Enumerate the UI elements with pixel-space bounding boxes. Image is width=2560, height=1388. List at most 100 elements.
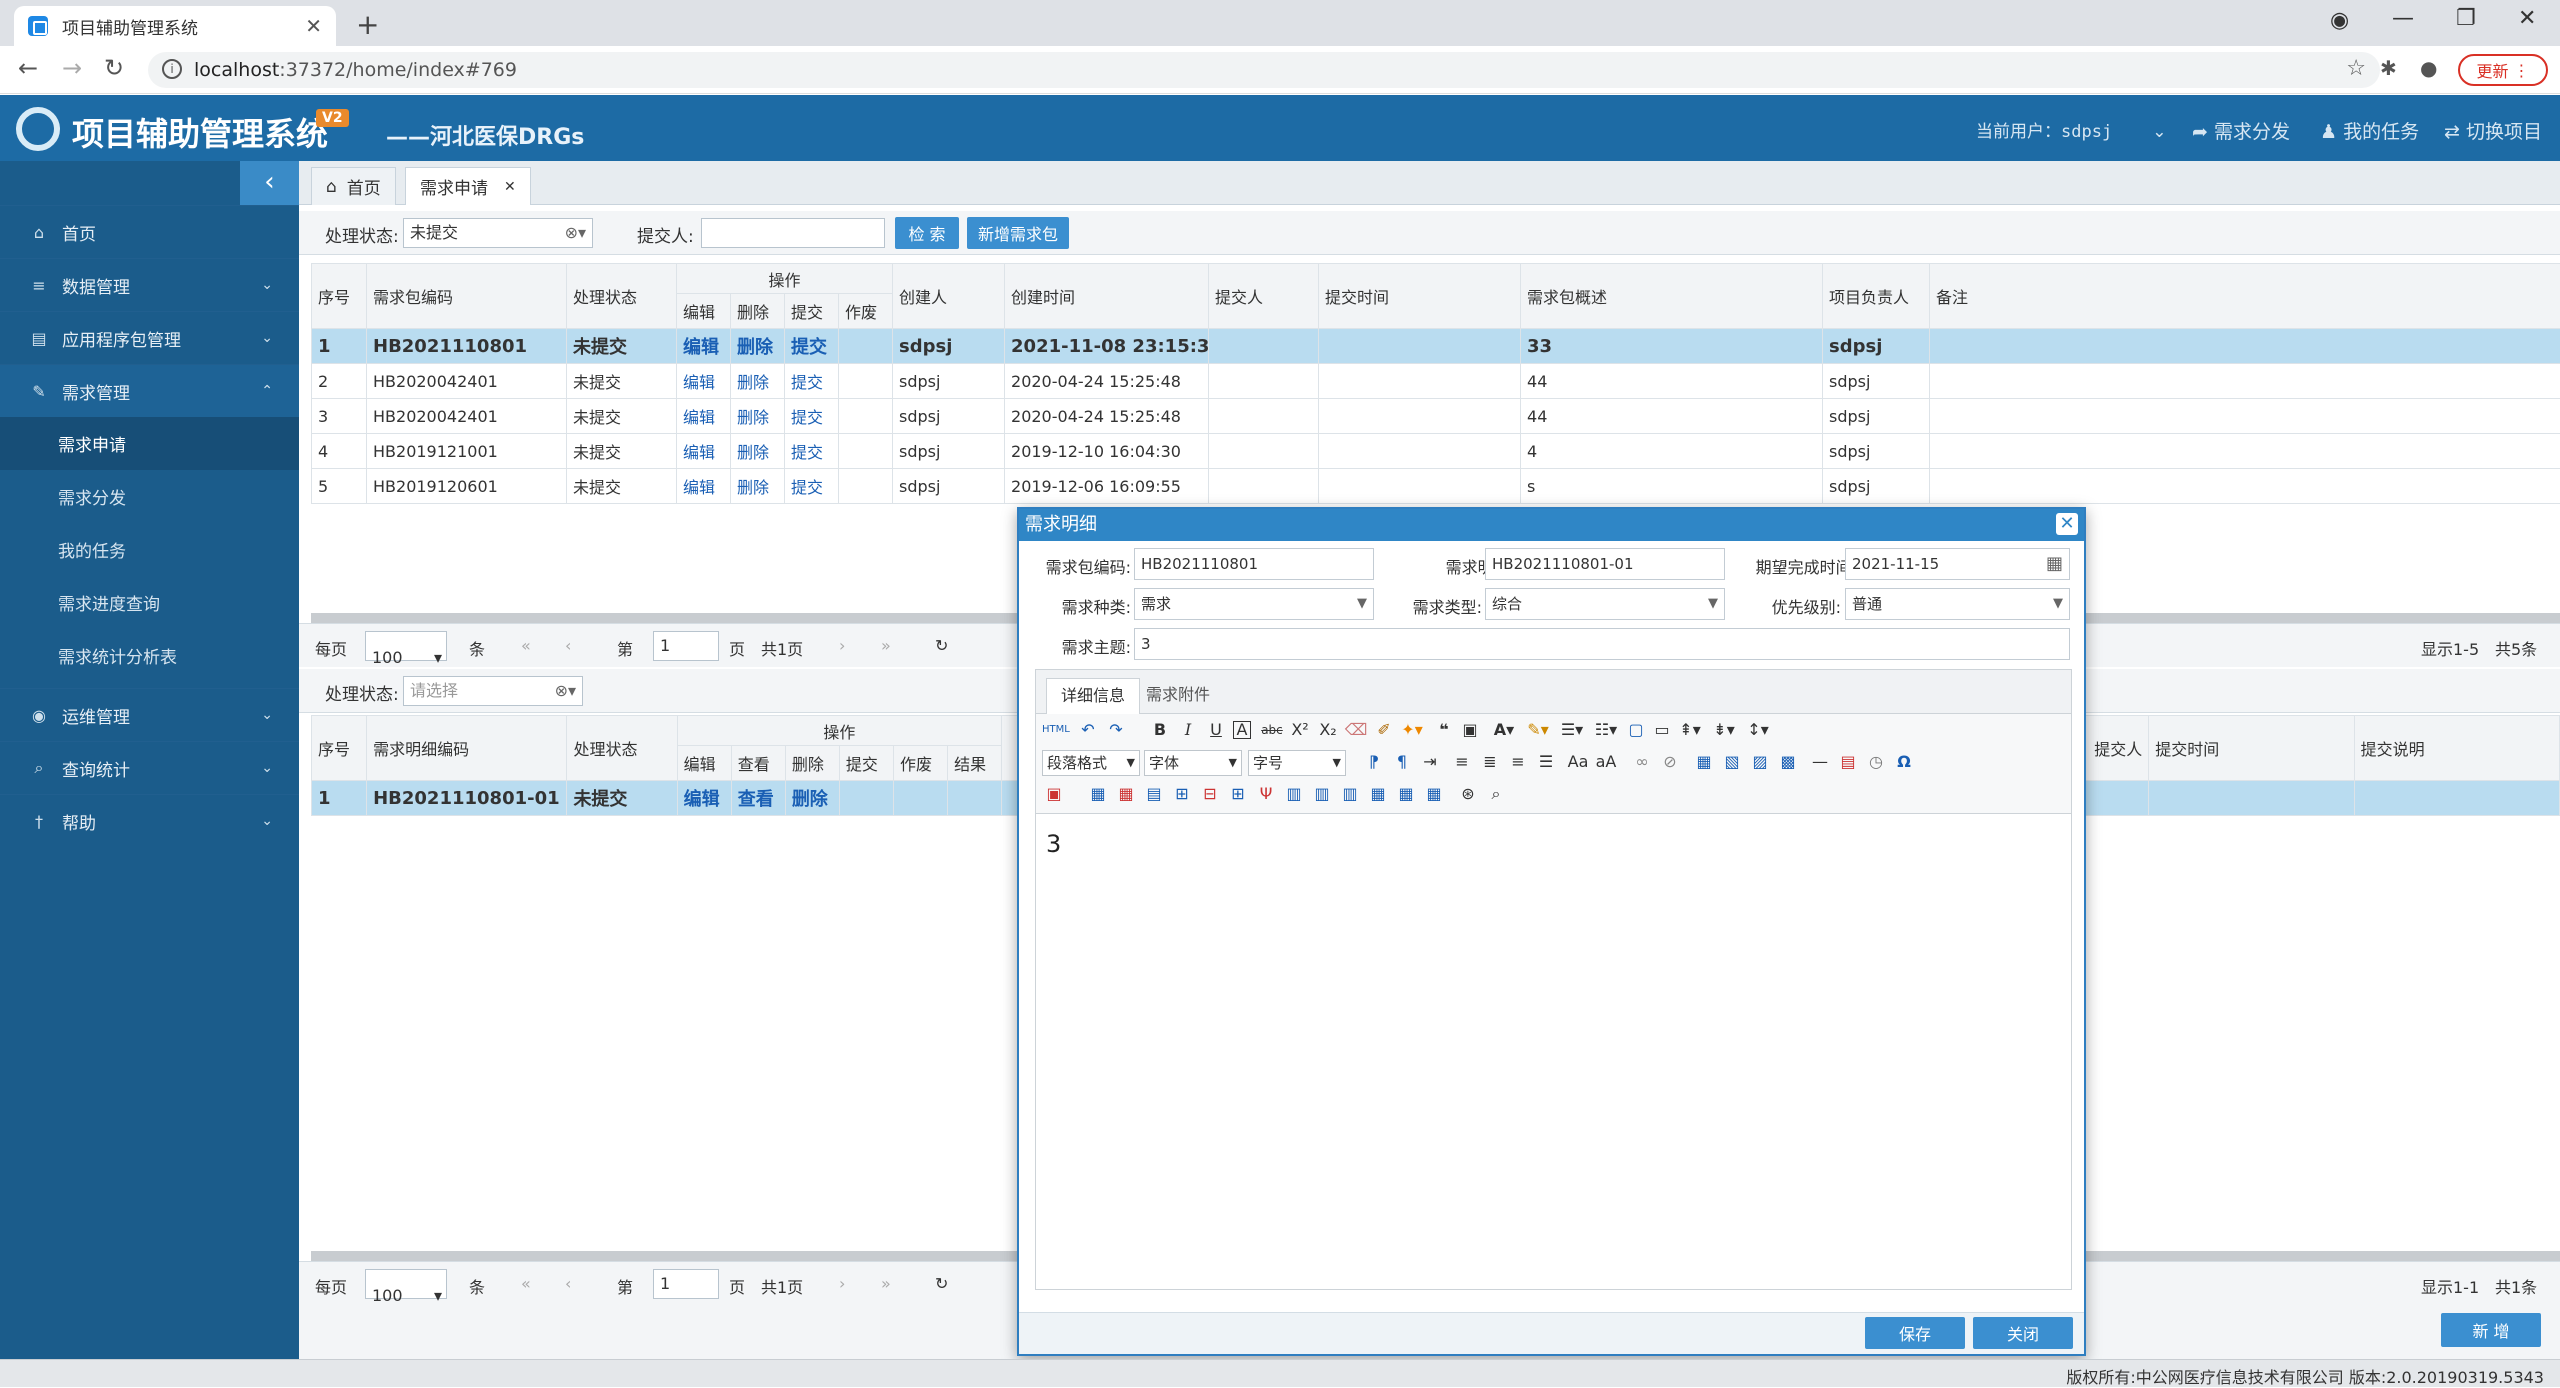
url-field[interactable]: i localhost:37372/home/index#769 ☆ bbox=[148, 52, 2380, 88]
image-none-icon[interactable]: ▦ bbox=[1692, 750, 1716, 774]
page-size-select[interactable]: 100▾ bbox=[365, 1269, 447, 1299]
window-close-button[interactable]: ✕ bbox=[2518, 6, 2536, 31]
close-button[interactable]: 关闭 bbox=[1973, 1317, 2073, 1349]
ltr-icon[interactable]: ⁋ bbox=[1362, 750, 1386, 774]
tab-requirement-request[interactable]: 需求申请✕ bbox=[405, 167, 531, 205]
select-all-icon[interactable]: ▭ bbox=[1650, 718, 1674, 742]
preview-icon[interactable]: ⌕ bbox=[1484, 782, 1508, 806]
insert-row-icon[interactable]: ⊞ bbox=[1170, 782, 1194, 806]
format-brush-icon[interactable]: ✐ bbox=[1372, 718, 1396, 742]
font-family-select[interactable]: 字体▼ bbox=[1144, 750, 1242, 776]
image-center-icon[interactable]: ▩ bbox=[1776, 750, 1800, 774]
sidebar-item-ops[interactable]: ◉运维管理⌄ bbox=[0, 688, 299, 741]
calendar-icon[interactable]: ▦ bbox=[2046, 549, 2063, 579]
paragraph-format-select[interactable]: 段落格式▼ bbox=[1042, 750, 1140, 776]
unlink-icon[interactable]: ⊘ bbox=[1658, 750, 1682, 774]
pkg-code-field[interactable]: HB2021110801 bbox=[1134, 548, 1374, 580]
redo-icon[interactable]: ↷ bbox=[1104, 718, 1128, 742]
tab-home[interactable]: ⌂首页 bbox=[311, 167, 396, 205]
editor-content[interactable]: 3 bbox=[1046, 830, 1061, 858]
first-page-icon[interactable]: « bbox=[521, 1274, 531, 1293]
table-row[interactable]: 4HB2019121001未提交 编辑删除提交 sdpsj2019-12-10 … bbox=[312, 434, 2560, 469]
prev-page-icon[interactable]: ‹ bbox=[565, 1274, 571, 1293]
first-page-icon[interactable]: « bbox=[521, 636, 531, 655]
sidebar-subitem-my-tasks[interactable]: 我的任务 bbox=[0, 523, 299, 576]
edit-link[interactable]: 编辑 bbox=[677, 329, 731, 364]
paste-text-icon[interactable]: ▣ bbox=[1458, 718, 1482, 742]
edit-link[interactable]: 编辑 bbox=[677, 781, 731, 816]
link-icon[interactable]: ∞ bbox=[1630, 750, 1654, 774]
date-icon[interactable]: ▤ bbox=[1836, 750, 1860, 774]
browser-tab[interactable]: 项目辅助管理系统 ✕ bbox=[14, 6, 336, 46]
close-tab-icon[interactable]: ✕ bbox=[504, 179, 516, 195]
kind-select[interactable]: 需求▼ bbox=[1134, 588, 1374, 620]
delete-link[interactable]: 删除 bbox=[731, 434, 785, 469]
last-page-icon[interactable]: » bbox=[881, 1274, 891, 1293]
search-button[interactable]: 检 索 bbox=[895, 217, 959, 249]
refresh-icon[interactable]: ↻ bbox=[935, 636, 948, 655]
sidebar-item-data[interactable]: ≡数据管理⌄ bbox=[0, 258, 299, 311]
align-left-icon[interactable]: ≡ bbox=[1450, 750, 1474, 774]
strikethrough-icon[interactable]: abc bbox=[1260, 718, 1284, 742]
header-switch-project-button[interactable]: ⇄ 切换项目 bbox=[2444, 117, 2542, 144]
sidebar-item-query[interactable]: ⌕查询统计⌄ bbox=[0, 741, 299, 794]
time-icon[interactable]: ◷ bbox=[1864, 750, 1888, 774]
sidebar-item-help[interactable]: †帮助⌄ bbox=[0, 794, 299, 847]
detail-code-field[interactable]: HB2021110801-01 bbox=[1485, 548, 1725, 580]
split-cells-icon[interactable]: ▦ bbox=[1366, 782, 1390, 806]
find-replace-icon[interactable]: ⊛ bbox=[1456, 782, 1480, 806]
clear-doc-icon[interactable]: ▢ bbox=[1624, 718, 1648, 742]
tab-attachments[interactable]: 需求附件 bbox=[1132, 678, 1224, 714]
html-source-icon[interactable]: HTML bbox=[1042, 718, 1066, 742]
subject-field[interactable]: 3 bbox=[1134, 628, 2070, 660]
add-detail-button[interactable]: 新 增 bbox=[2441, 1313, 2541, 1347]
underline-icon[interactable]: U bbox=[1204, 718, 1228, 742]
header-my-tasks-button[interactable]: ♟ 我的任务 bbox=[2320, 117, 2419, 144]
line-height-icon[interactable]: ↕▾ bbox=[1746, 718, 1770, 742]
table-caption-icon[interactable]: ▤ bbox=[1142, 782, 1166, 806]
clear-dropdown-icon[interactable]: ⊗▾ bbox=[555, 677, 576, 705]
dialog-close-icon[interactable]: ✕ bbox=[2056, 513, 2078, 535]
delete-link[interactable]: 删除 bbox=[731, 364, 785, 399]
unordered-list-icon[interactable]: ☷▾ bbox=[1594, 718, 1618, 742]
reload-icon[interactable]: ↻ bbox=[104, 54, 124, 82]
new-tab-button[interactable]: + bbox=[356, 8, 379, 41]
superscript-icon[interactable]: X² bbox=[1288, 718, 1312, 742]
blockquote-icon[interactable]: ❝ bbox=[1432, 718, 1456, 742]
save-button[interactable]: 保存 bbox=[1865, 1317, 1965, 1349]
edit-link[interactable]: 编辑 bbox=[677, 434, 731, 469]
edit-link[interactable]: 编辑 bbox=[677, 399, 731, 434]
next-page-icon[interactable]: › bbox=[839, 1274, 845, 1293]
insert-column-icon[interactable]: ⊞ bbox=[1226, 782, 1250, 806]
indent-icon[interactable]: ⇥ bbox=[1418, 750, 1442, 774]
sidebar-collapse-button[interactable]: ‹ bbox=[240, 161, 299, 205]
due-date-field[interactable]: 2021-11-15▦ bbox=[1845, 548, 2070, 580]
delete-table-icon[interactable]: ▦ bbox=[1114, 782, 1138, 806]
delete-link[interactable]: 删除 bbox=[731, 469, 785, 504]
submit-link[interactable]: 提交 bbox=[785, 434, 839, 469]
sidebar-item-home[interactable]: ⌂首页 bbox=[0, 205, 299, 258]
eraser-icon[interactable]: ⌫ bbox=[1344, 718, 1368, 742]
image-right-icon[interactable]: ▨ bbox=[1748, 750, 1772, 774]
site-info-icon[interactable]: i bbox=[162, 59, 182, 79]
merge-down-icon[interactable]: ▥ bbox=[1338, 782, 1362, 806]
header-dispatch-button[interactable]: ➦ 需求分发 bbox=[2192, 117, 2290, 144]
rtl-icon[interactable]: ¶ bbox=[1390, 750, 1414, 774]
delete-link[interactable]: 删除 bbox=[731, 399, 785, 434]
last-page-icon[interactable]: » bbox=[881, 636, 891, 655]
browser-update-button[interactable]: 更新 ⋮ bbox=[2458, 54, 2548, 86]
table-row[interactable]: 1HB2021110801未提交 编辑删除提交 sdpsj2021-11-08 … bbox=[312, 329, 2560, 364]
font-color-icon[interactable]: A▾ bbox=[1492, 718, 1516, 742]
prev-page-icon[interactable]: ‹ bbox=[565, 636, 571, 655]
split-columns-icon[interactable]: ▦ bbox=[1422, 782, 1446, 806]
forward-arrow-icon[interactable]: → bbox=[62, 54, 82, 82]
extensions-icon[interactable]: ✱ bbox=[2380, 56, 2397, 80]
type-select[interactable]: 综合▼ bbox=[1485, 588, 1725, 620]
sidebar-item-packages[interactable]: ▤应用程序包管理⌄ bbox=[0, 311, 299, 364]
sidebar-subitem-statistics[interactable]: 需求统计分析表 bbox=[0, 629, 299, 682]
horizontal-rule-icon[interactable]: — bbox=[1808, 750, 1832, 774]
delete-row-icon[interactable]: ⊟ bbox=[1198, 782, 1222, 806]
uppercase-icon[interactable]: Aa bbox=[1566, 750, 1590, 774]
submit-link[interactable]: 提交 bbox=[785, 364, 839, 399]
minimize-button[interactable]: — bbox=[2392, 6, 2414, 31]
